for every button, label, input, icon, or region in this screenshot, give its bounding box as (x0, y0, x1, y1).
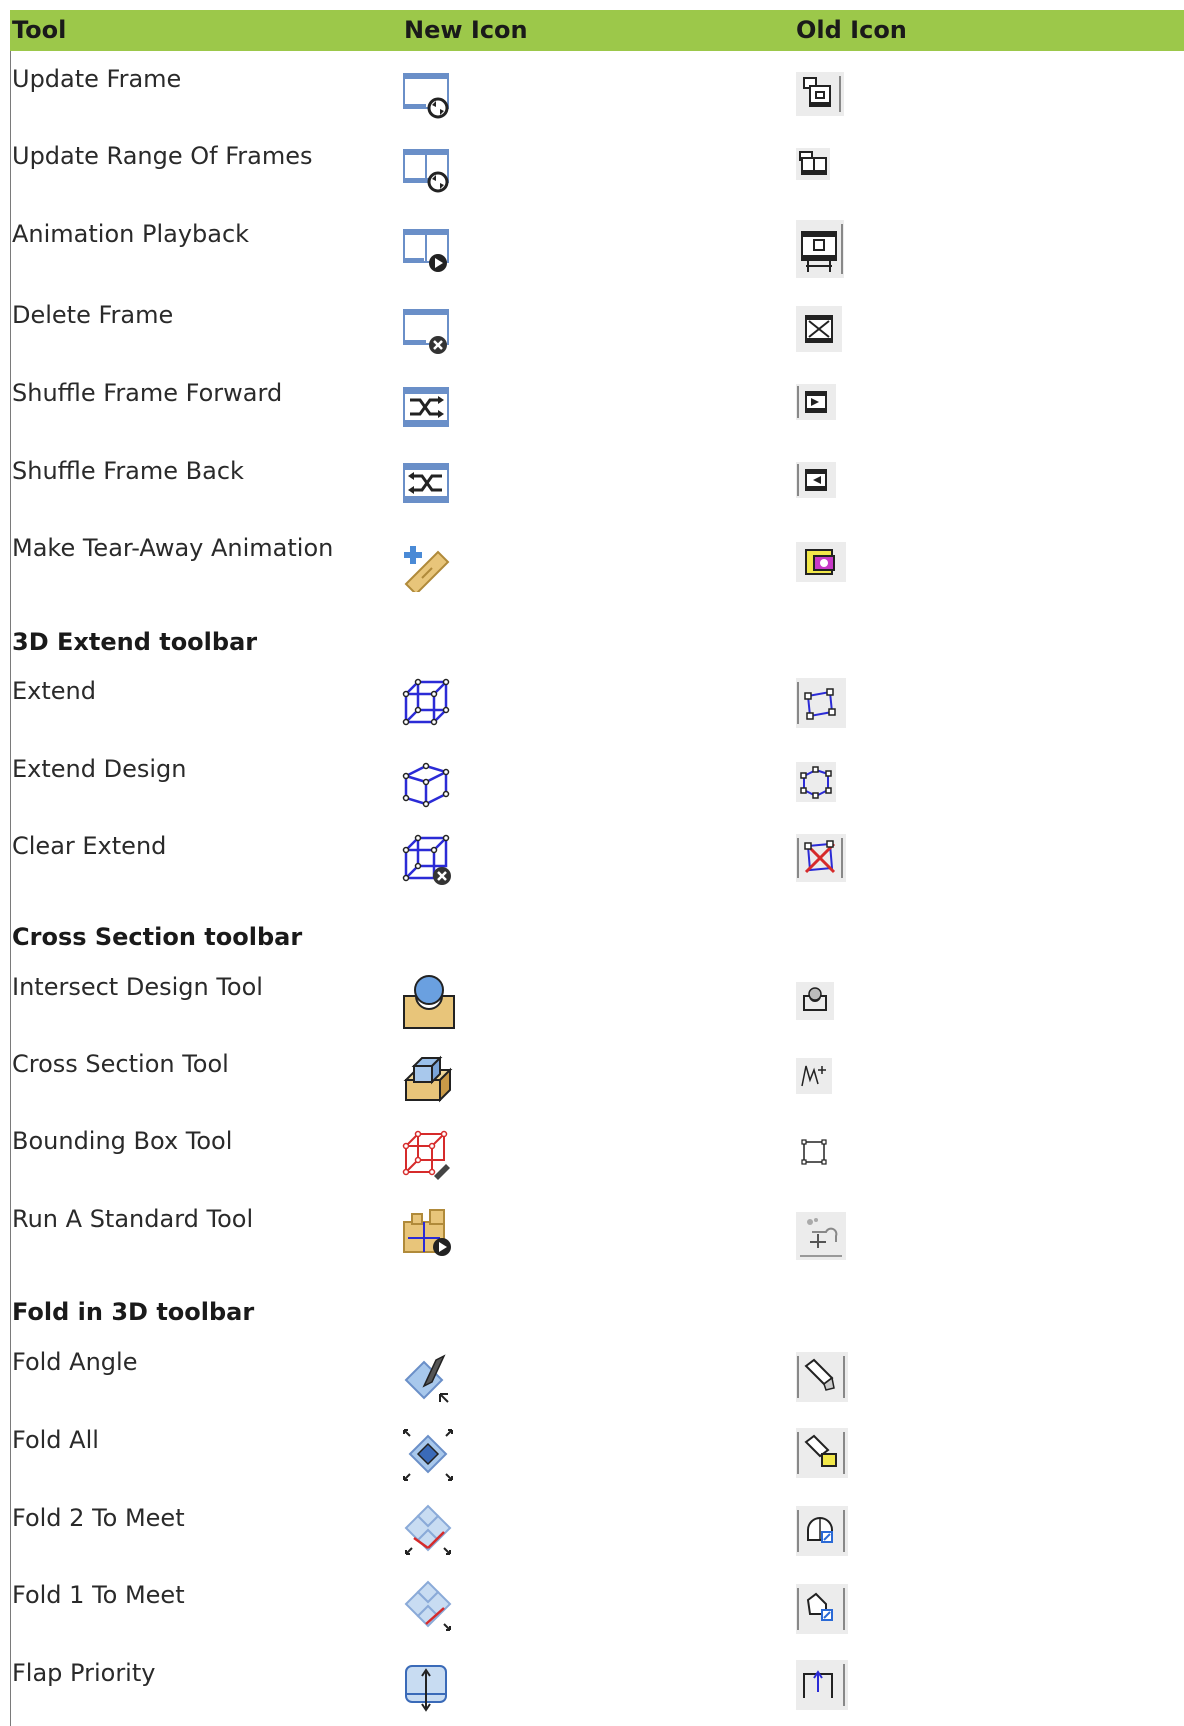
table-header-row (10, 10, 1184, 51)
table-row-label: Fold 1 To Meet (12, 1581, 185, 1609)
header-tool: Tool (12, 16, 67, 44)
animation-playback-old-icon (796, 220, 844, 278)
extend-icon (402, 678, 452, 728)
table-row-label: Flap Priority (12, 1659, 156, 1687)
intersect-design-old-icon (796, 982, 834, 1020)
table-row-label: Cross Section Tool (12, 1050, 229, 1078)
update-range-of-frames-icon (402, 148, 452, 194)
table-row-label: Shuffle Frame Back (12, 457, 244, 485)
update-range-of-frames-old-icon (796, 148, 830, 180)
table-row-label: Update Frame (12, 65, 182, 93)
table-row-label: Intersect Design Tool (12, 973, 263, 1001)
update-frame-old-icon (796, 72, 844, 116)
header-old-icon: Old Icon (796, 16, 907, 44)
table-left-border (10, 51, 11, 1726)
table-row-label: Run A Standard Tool (12, 1205, 254, 1233)
table-row-label: Bounding Box Tool (12, 1127, 233, 1155)
table-row-label: Clear Extend (12, 832, 167, 860)
flap-priority-old-icon (796, 1660, 848, 1710)
header-new-icon: New Icon (404, 16, 528, 44)
shuffle-frame-back-icon (402, 462, 450, 504)
fold-angle-old-icon (796, 1352, 848, 1402)
cross-section-icon (402, 1052, 454, 1104)
fold-all-old-icon (796, 1428, 848, 1478)
delete-frame-old-icon (796, 306, 842, 352)
clear-extend-icon (402, 834, 454, 886)
fold-2-to-meet-icon (402, 1504, 454, 1558)
fold-1-to-meet-old-icon (796, 1584, 848, 1634)
bounding-box-old-icon (796, 1134, 832, 1170)
table-row-label: Extend (12, 677, 96, 705)
table-row-label: Fold 2 To Meet (12, 1504, 185, 1532)
flap-priority-icon (402, 1660, 452, 1712)
icon-comparison-page: Tool New Icon Old Icon Update Frame Upda… (0, 0, 1184, 1726)
fold-angle-icon (402, 1352, 454, 1404)
shuffle-frame-forward-icon (402, 386, 450, 428)
extend-old-icon (796, 678, 846, 728)
cross-section-old-icon (796, 1058, 832, 1094)
section-title-fold-in-3d: Fold in 3D toolbar (12, 1298, 255, 1326)
table-row-label: Fold Angle (12, 1348, 138, 1376)
table-row-label: Extend Design (12, 755, 187, 783)
bounding-box-icon (402, 1128, 452, 1180)
table-row-label: Shuffle Frame Forward (12, 379, 283, 407)
fold-1-to-meet-icon (402, 1580, 454, 1634)
intersect-design-icon (402, 974, 456, 1030)
shuffle-frame-forward-old-icon (796, 384, 836, 420)
tear-away-animation-icon (402, 540, 454, 592)
update-frame-icon (402, 72, 452, 120)
run-standard-tool-icon (402, 1208, 454, 1258)
table-row-label: Update Range Of Frames (12, 142, 313, 170)
clear-extend-old-icon (796, 834, 846, 882)
table-row-label: Fold All (12, 1426, 99, 1454)
animation-playback-icon (402, 228, 452, 274)
extend-design-old-icon (796, 762, 836, 802)
tear-away-animation-old-icon (796, 542, 846, 582)
fold-all-icon (402, 1428, 454, 1482)
section-title-3d-extend: 3D Extend toolbar (12, 628, 258, 656)
section-title-cross-section: Cross Section toolbar (12, 923, 303, 951)
extend-design-icon (402, 758, 452, 808)
table-row-label: Delete Frame (12, 301, 174, 329)
fold-2-to-meet-old-icon (796, 1506, 848, 1556)
delete-frame-icon (402, 308, 452, 356)
shuffle-frame-back-old-icon (796, 462, 836, 498)
run-standard-tool-old-icon (796, 1212, 846, 1260)
table-row-label: Animation Playback (12, 220, 250, 248)
table-row-label: Make Tear-Away Animation (12, 534, 334, 562)
